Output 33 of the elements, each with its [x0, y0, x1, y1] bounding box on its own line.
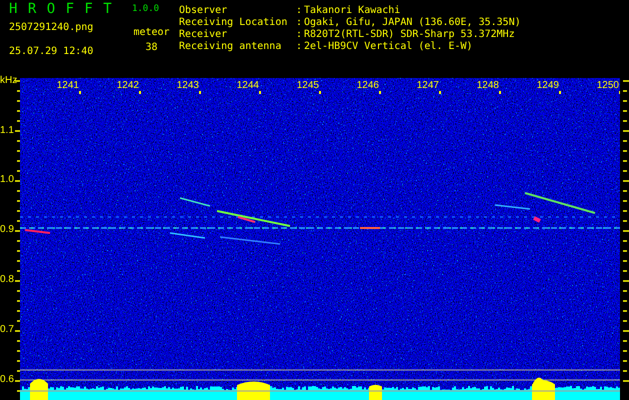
info-value: R820T2(RTL-SDR) SDR-Sharp 53.372MHz — [304, 29, 516, 41]
frequency-label: 0.6 — [0, 374, 14, 386]
time-label: 1250 — [596, 80, 619, 92]
frequency-label: 0.7 — [0, 324, 14, 336]
info-value: 2el-HB9CV Vertical (el. E-W) — [304, 41, 474, 53]
time-label: 1246 — [356, 80, 379, 92]
info-value: Ogaki, Gifu, JAPAN (136.60E, 35.35N) — [304, 17, 521, 29]
info-separator: : — [296, 29, 304, 41]
info-label: Observer — [179, 5, 228, 17]
time-label: 1241 — [56, 80, 79, 92]
time-label: 1245 — [296, 80, 319, 92]
app-logo: H R O F F T — [9, 2, 114, 16]
time-label: 1243 — [176, 80, 199, 92]
info-separator: : — [296, 17, 304, 29]
info-label: Receiving Location — [179, 17, 288, 29]
meteor-count: 38 — [145, 42, 158, 54]
frequency-label: 0.8 — [0, 274, 14, 286]
frequency-label: 0.9 — [0, 224, 14, 236]
time-label: 1242 — [116, 80, 139, 92]
unit-label: kHz — [0, 75, 18, 87]
time-label: 1248 — [476, 80, 499, 92]
info-value: Takanori Kawachi — [304, 5, 402, 17]
file-name: 2507291240.png — [9, 22, 94, 34]
version-label: 1.0.0 — [132, 4, 160, 14]
info-label: Receiver — [179, 29, 228, 41]
time-label: 1244 — [236, 80, 259, 92]
info-separator: : — [296, 41, 304, 53]
timestamp: 25.07.29 12:40 — [9, 46, 94, 58]
frequency-label: 1.0 — [0, 174, 14, 186]
info-label: Receiving antenna — [179, 41, 282, 53]
frequency-label: 1.1 — [0, 125, 14, 137]
meteor-label: meteor — [133, 27, 170, 39]
info-separator: : — [296, 5, 304, 17]
